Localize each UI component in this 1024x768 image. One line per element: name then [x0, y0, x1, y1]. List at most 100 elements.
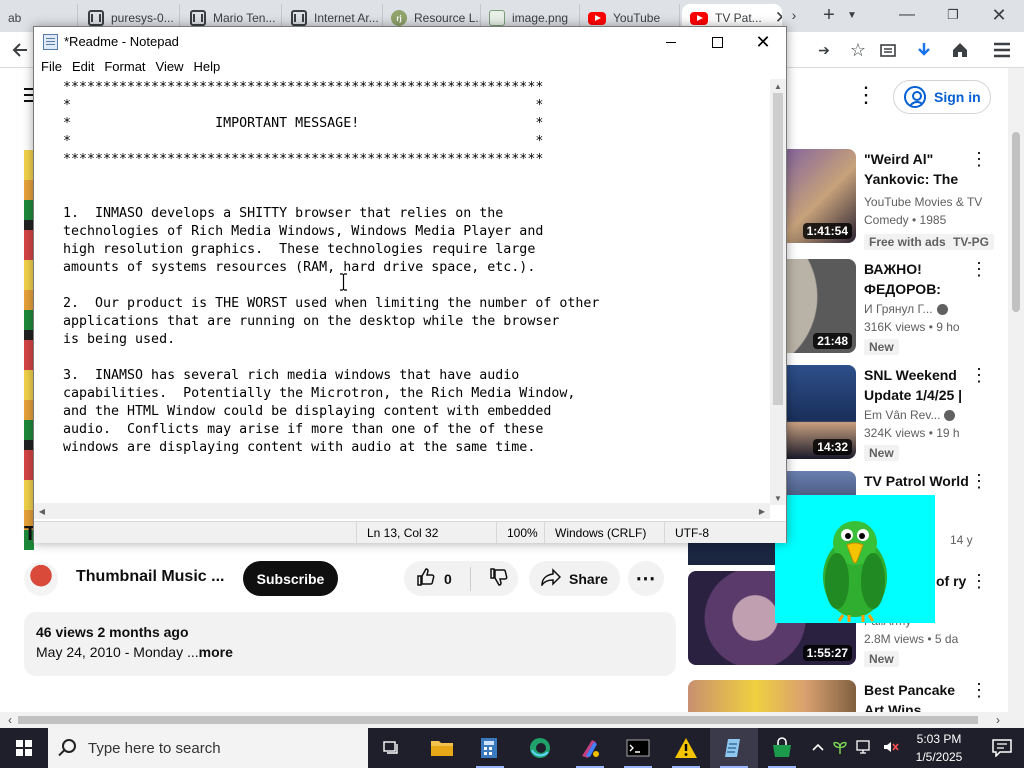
sign-in-button[interactable]: Sign in: [893, 80, 991, 114]
recommendation-title[interactable]: "Weird Al" Yankovic: The: [864, 149, 972, 189]
tab-list-icon[interactable]: ▼: [842, 0, 862, 30]
menu-view[interactable]: View: [151, 57, 189, 77]
video-thumbnail[interactable]: [688, 680, 856, 712]
notepad-icon: [43, 34, 58, 50]
recommendation-title[interactable]: Best Pancake Art Wins: [864, 680, 972, 712]
notepad-taskbar-icon[interactable]: [710, 728, 758, 768]
subscribe-button[interactable]: Subscribe: [243, 561, 338, 596]
horizontal-scrollbar[interactable]: ◀ ▶: [34, 503, 770, 519]
scrollbar-thumb[interactable]: [18, 716, 978, 724]
star-icon[interactable]: ☆: [844, 36, 872, 64]
menu-edit[interactable]: Edit: [67, 57, 99, 77]
menu-format[interactable]: Format: [99, 57, 150, 77]
notepad-window[interactable]: *Readme - Notepad ✕ File Edit Format Vie…: [33, 26, 787, 543]
search-icon: [62, 739, 76, 753]
calculator-app-icon[interactable]: [466, 728, 514, 768]
channel-avatar[interactable]: [24, 562, 58, 596]
action-menu-icon[interactable]: ⋮: [970, 571, 988, 591]
close-icon[interactable]: ✕: [740, 27, 786, 57]
scroll-up-icon[interactable]: ▲: [770, 79, 786, 93]
description-box[interactable]: 46 views 2 months ago May 24, 2010 - Mon…: [24, 612, 676, 676]
description-text: May 24, 2010 - Monday ...more: [36, 642, 664, 662]
youtube-icon: [588, 11, 606, 25]
minimize-icon[interactable]: [648, 27, 694, 57]
action-menu-icon[interactable]: ⋮: [970, 149, 988, 169]
show-hidden-icons-icon[interactable]: [812, 741, 824, 756]
text-editor[interactable]: ****************************************…: [34, 79, 770, 503]
network-icon[interactable]: [856, 739, 874, 758]
action-menu-icon[interactable]: ⋮: [970, 471, 988, 491]
recommendation-title[interactable]: ВАЖНО! ФЕДОРОВ:: [864, 259, 972, 299]
home-icon[interactable]: [946, 36, 974, 64]
scrollbar-thumb[interactable]: [1012, 132, 1020, 312]
notepad-titlebar[interactable]: *Readme - Notepad ✕: [34, 27, 786, 57]
tab-label: Resource L...: [414, 11, 481, 25]
taskbar-search-box[interactable]: Type here to search: [48, 728, 368, 768]
parrot-animation-window[interactable]: [775, 495, 935, 623]
clock[interactable]: 5:03 PM 1/5/2025: [905, 730, 973, 766]
scrollbar-thumb[interactable]: [773, 93, 783, 405]
description-more-link[interactable]: more: [199, 644, 233, 660]
page-horizontal-scrollbar[interactable]: ‹ ›: [0, 712, 1024, 728]
paint-app-icon[interactable]: [566, 728, 614, 768]
share-icon: [541, 568, 562, 589]
verified-icon: [944, 410, 956, 422]
command-prompt-icon[interactable]: [614, 728, 662, 768]
action-menu-icon[interactable]: ⋮: [970, 259, 988, 279]
scroll-left-icon[interactable]: ◀: [34, 504, 50, 518]
share-button[interactable]: Share: [529, 561, 620, 596]
document-text[interactable]: ****************************************…: [63, 79, 599, 457]
scroll-left-icon[interactable]: ‹: [2, 713, 18, 727]
notifications-icon[interactable]: [980, 728, 1024, 768]
vertical-scrollbar[interactable]: ▲ ▼: [770, 79, 786, 505]
store-app-icon[interactable]: [758, 728, 806, 768]
file-explorer-icon[interactable]: [418, 728, 466, 768]
scroll-right-icon[interactable]: ▶: [754, 504, 770, 518]
minimize-icon[interactable]: —: [884, 0, 930, 30]
windows-logo-icon: [16, 740, 32, 756]
action-menu-icon[interactable]: ⋮: [970, 365, 988, 385]
recommendation-item[interactable]: Best Pancake Art Wins ⋮: [688, 680, 1008, 712]
maximize-icon[interactable]: [694, 27, 740, 57]
recommendation-channel: YouTube Movies & TV Comedy • 1985: [864, 193, 984, 229]
channel-name[interactable]: Thumbnail Music ...: [76, 568, 224, 586]
recommendation-title[interactable]: TV Patrol World: [864, 471, 972, 491]
menu-help[interactable]: Help: [188, 57, 225, 77]
sprout-icon[interactable]: [832, 739, 848, 758]
task-view-icon[interactable]: [368, 728, 416, 768]
restore-icon[interactable]: ❐: [930, 0, 976, 30]
thumbs-up-icon[interactable]: [416, 567, 436, 590]
download-icon[interactable]: [910, 36, 938, 64]
start-button[interactable]: [0, 728, 48, 768]
line-ending: Windows (CRLF): [544, 522, 664, 543]
close-tab-icon[interactable]: ✕: [775, 8, 782, 28]
recommendation-channel: Em Vân Rev...: [864, 408, 984, 422]
reading-list-icon[interactable]: [874, 36, 902, 64]
clock-date: 1/5/2025: [915, 750, 963, 764]
recommendation-meta: 316K views • 9 ho: [864, 320, 960, 334]
settings-kebab-icon[interactable]: ⋮: [855, 84, 877, 108]
rj-icon: rj: [391, 10, 407, 26]
action-menu-icon[interactable]: ⋮: [970, 680, 988, 700]
more-actions-icon[interactable]: ⋯: [628, 561, 664, 596]
thumbs-down-icon[interactable]: [489, 567, 509, 590]
close-window-icon[interactable]: ✕: [976, 0, 1022, 30]
scroll-tabs-right-icon[interactable]: ›: [784, 0, 804, 30]
recommendation-title[interactable]: SNL Weekend Update 1/4/25 |: [864, 365, 972, 405]
channel-text: Em Vân Rev...: [864, 408, 941, 422]
text-cursor-icon: [340, 273, 347, 291]
new-badge: New: [864, 651, 899, 667]
back-icon[interactable]: [6, 36, 34, 64]
description-stats: 46 views 2 months ago: [36, 622, 664, 642]
clock-time: 5:03 PM: [916, 732, 962, 746]
warning-app-icon[interactable]: [662, 728, 710, 768]
new-tab-icon[interactable]: +: [816, 0, 842, 30]
scroll-right-icon[interactable]: ›: [990, 713, 1006, 727]
menu-file[interactable]: File: [36, 57, 67, 77]
forward-arrow-icon[interactable]: ➔: [810, 36, 838, 64]
menu-icon[interactable]: [988, 36, 1016, 64]
page-vertical-scrollbar[interactable]: [1008, 68, 1024, 712]
edge-browser-icon[interactable]: [516, 728, 564, 768]
scroll-down-icon[interactable]: ▼: [770, 491, 786, 505]
volume-muted-icon[interactable]: [882, 739, 900, 758]
